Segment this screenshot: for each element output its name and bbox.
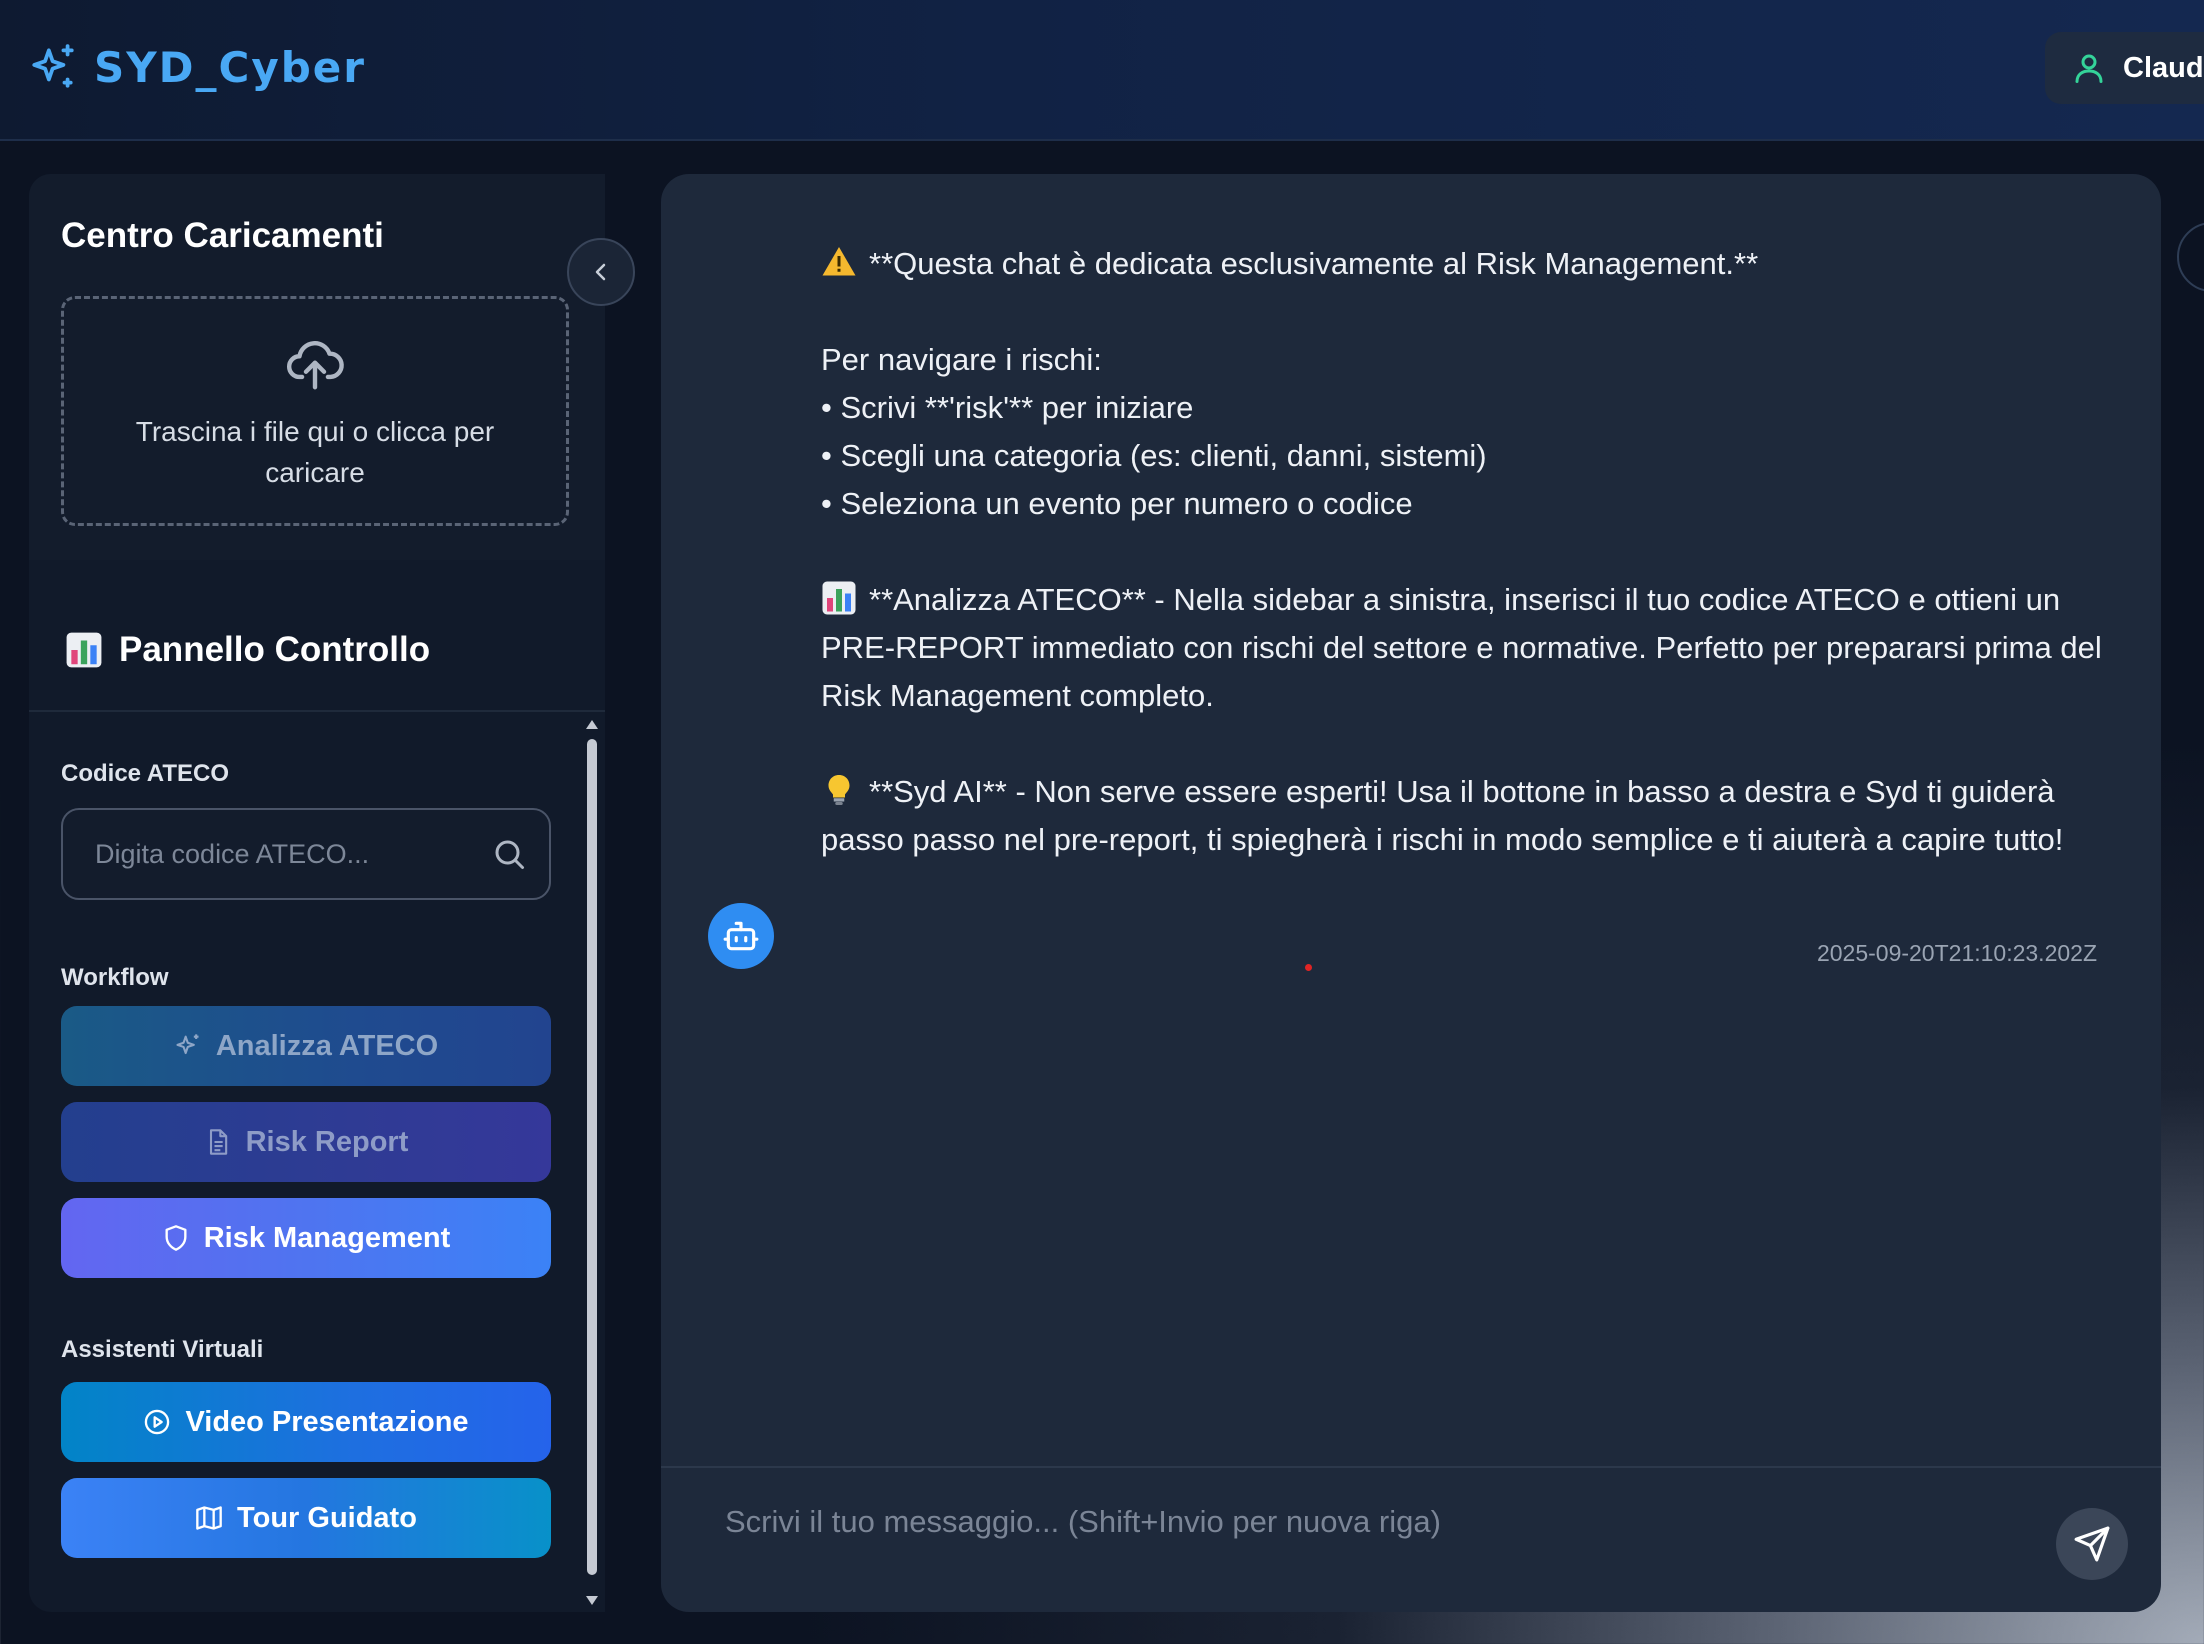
ateco-paragraph-text: **Analizza ATECO** - Nella sidebar a sin… (821, 582, 2102, 713)
document-icon (209, 1129, 227, 1155)
message-intro-text: **Questa chat è dedicata esclusivamente … (869, 246, 1759, 281)
chevron-left-icon (595, 263, 606, 281)
ateco-label: Codice ATECO (61, 760, 230, 787)
bar-chart-emoji-icon (822, 581, 856, 615)
workflow-label: Workflow (61, 964, 169, 991)
video-presentation-label: Video Presentazione (185, 1405, 469, 1438)
sparkles-icon (32, 44, 74, 88)
app-name: SYD_Cyber (94, 42, 366, 92)
chat-panel: **Questa chat è dedicata esclusivamente … (661, 174, 2161, 1612)
risk-report-label: Risk Report (245, 1125, 409, 1158)
user-menu-button[interactable]: Claudio (2045, 32, 2204, 104)
chat-message-input[interactable] (725, 1504, 2005, 1564)
cloud-upload-icon (287, 341, 344, 390)
sidebar-scrollbar[interactable] (587, 739, 597, 1575)
nav-bullet-1: • Scrivi **'risk'** per iniziare (821, 390, 1194, 425)
bar-chart-emoji-icon (66, 632, 102, 668)
message-intro: **Questa chat è dedicata esclusivamente … (821, 240, 2121, 288)
sidebar: Centro Caricamenti Trascina i file qui o… (29, 174, 605, 1612)
search-icon[interactable] (491, 836, 527, 872)
file-dropzone[interactable]: Trascina i file qui o clicca per caricar… (61, 296, 569, 526)
risk-management-label: Risk Management (203, 1221, 451, 1254)
bot-icon (723, 921, 759, 951)
scroll-down-arrow-icon[interactable] (586, 1596, 598, 1605)
control-panel-title: Pannello Controllo (65, 630, 430, 670)
analizza-ateco-button[interactable]: Analizza ATECO (61, 1006, 551, 1086)
app-logo[interactable]: SYD_Cyber (28, 42, 366, 92)
bot-message: **Questa chat è dedicata esclusivamente … (821, 240, 2121, 864)
upload-center: Centro Caricamenti Trascina i file qui o… (29, 174, 605, 560)
nav-bullet-2: • Scegli una categoria (es: clienti, dan… (821, 438, 1487, 473)
floating-action-button[interactable] (2177, 222, 2204, 292)
app-header: SYD_Cyber Claudio (0, 0, 2204, 141)
panel-divider (29, 710, 605, 712)
shield-icon (165, 1225, 187, 1251)
syd-paragraph-text: **Syd AI** - Non serve essere esperti! U… (821, 774, 2064, 857)
upload-title: Centro Caricamenti (61, 216, 384, 255)
chat-input-divider (661, 1466, 2161, 1468)
video-presentation-button[interactable]: Video Presentazione (61, 1382, 551, 1462)
nav-title: Per navigare i rischi: (821, 342, 1102, 377)
user-icon (2075, 54, 2103, 83)
user-name: Claudio (2123, 51, 2204, 84)
message-timestamp: 2025-09-20T21:10:23.202Z (1816, 940, 2097, 966)
send-icon (2074, 1526, 2110, 1562)
ateco-paragraph: **Analizza ATECO** - Nella sidebar a sin… (821, 576, 2121, 720)
sparkles-icon (176, 1034, 199, 1055)
dropzone-text: Trascina i file qui o clicca per caricar… (135, 416, 495, 488)
nav-bullet-3: • Seleziona un evento per numero o codic… (821, 486, 1413, 521)
ateco-search-box[interactable] (61, 808, 551, 900)
analizza-ateco-label: Analizza ATECO (215, 1029, 439, 1062)
syd-paragraph: **Syd AI** - Non serve essere esperti! U… (821, 768, 2121, 864)
assistants-label: Assistenti Virtuali (61, 1336, 264, 1363)
map-icon (196, 1506, 222, 1530)
collapse-sidebar-button[interactable] (567, 238, 635, 306)
play-circle-icon (145, 1409, 170, 1435)
lightbulb-icon (828, 775, 850, 805)
guided-tour-button[interactable]: Tour Guidato (61, 1478, 551, 1558)
warning-icon (822, 247, 856, 276)
scroll-up-arrow-icon[interactable] (586, 720, 598, 729)
panel-title-text: Pannello Controllo (119, 630, 431, 669)
risk-management-button[interactable]: Risk Management (61, 1198, 551, 1278)
ateco-search-input[interactable] (95, 838, 491, 870)
risk-report-button[interactable]: Risk Report (61, 1102, 551, 1182)
guided-tour-label: Tour Guidato (237, 1501, 417, 1534)
cursor-dot (1305, 964, 1312, 971)
bot-avatar (708, 903, 774, 969)
send-button[interactable] (2056, 1508, 2128, 1580)
